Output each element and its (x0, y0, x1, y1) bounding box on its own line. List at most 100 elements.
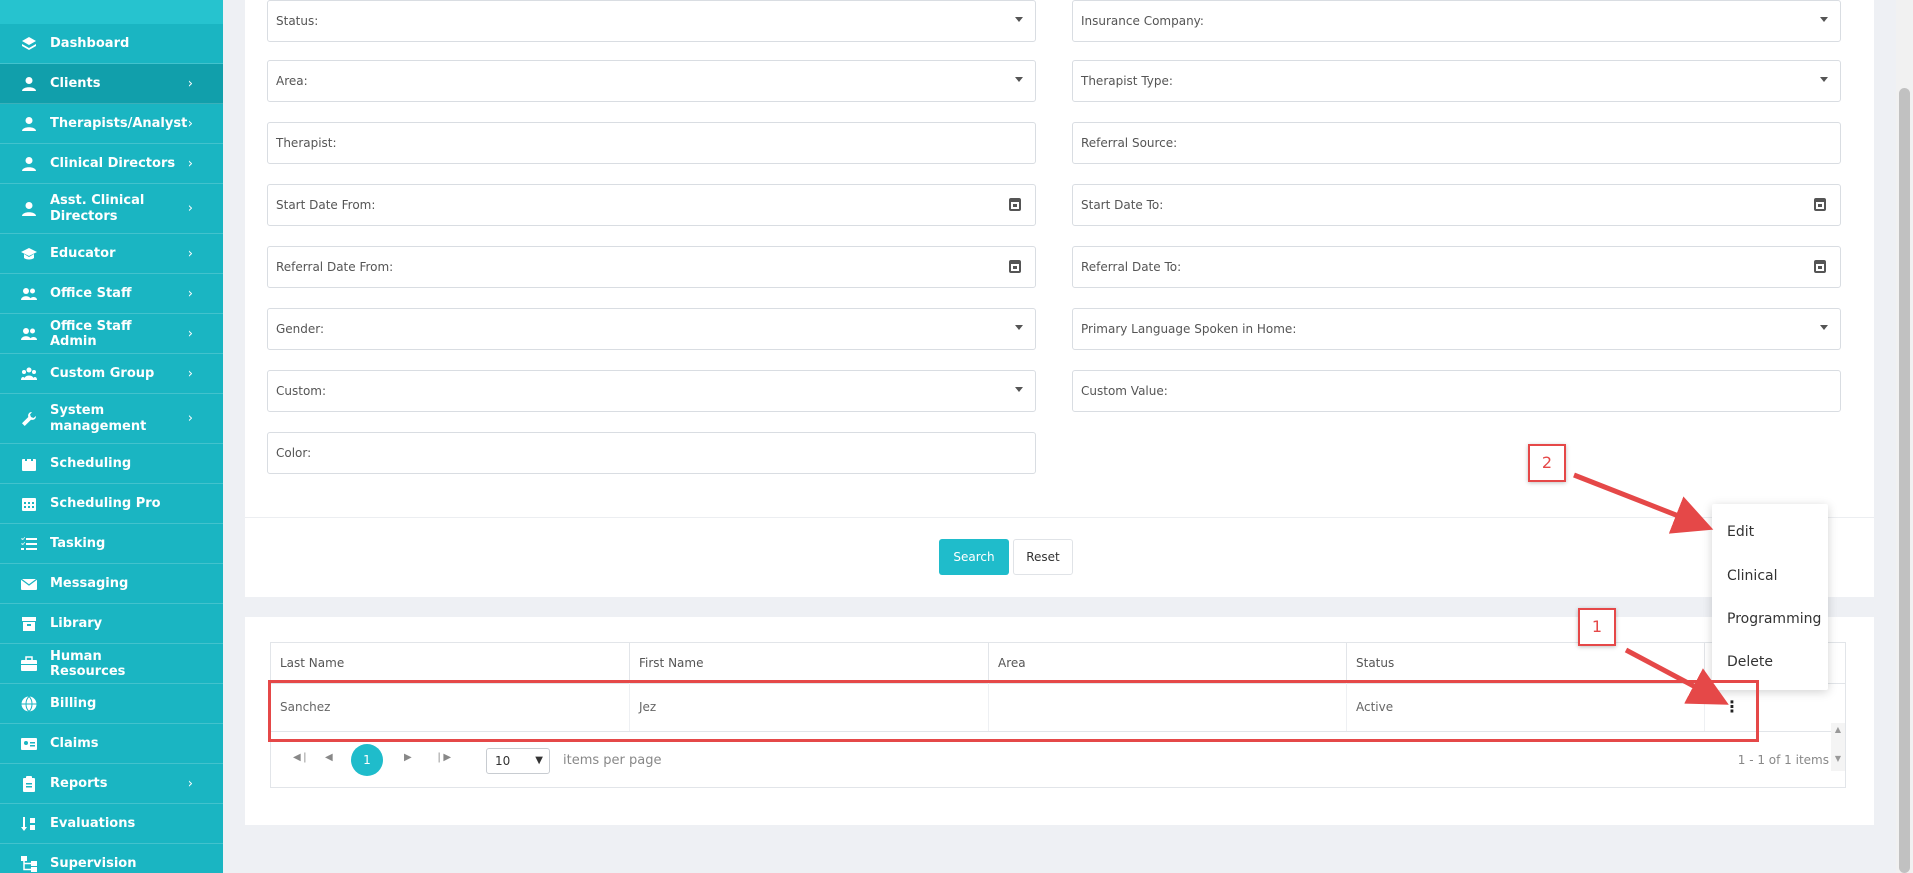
therapist-type-select[interactable]: Therapist Type: (1072, 60, 1841, 102)
scrollbar-thumb[interactable] (1899, 88, 1910, 873)
status-select[interactable]: Status: (267, 0, 1036, 42)
sidebar-item-human-resources[interactable]: Human Resources (0, 644, 223, 684)
items-per-page-label: items per page (563, 753, 662, 768)
menu-item-delete[interactable]: Delete (1712, 644, 1828, 680)
sidebar-item-supervision[interactable]: Supervision (0, 844, 223, 873)
sidebar-item-dashboard[interactable]: Dashboard (0, 24, 223, 64)
sidebar-item-scheduling-pro[interactable]: Scheduling Pro (0, 484, 223, 524)
page-number-current[interactable]: 1 (351, 744, 383, 776)
caret-down-icon (1820, 77, 1828, 82)
search-button[interactable]: Search (939, 539, 1009, 575)
sidebar-item-reports[interactable]: Reports › (0, 764, 223, 804)
sidebar-item-billing[interactable]: Billing (0, 684, 223, 724)
sidebar-item-scheduling[interactable]: Scheduling (0, 444, 223, 484)
next-page-icon[interactable]: ▶ (404, 752, 412, 763)
user-icon (20, 155, 38, 173)
chevron-right-icon: › (187, 76, 193, 91)
sidebar-item-label: Clinical Directors (50, 156, 176, 171)
sitemap-icon (20, 855, 38, 873)
insurance-company-label: Insurance Company: (1081, 14, 1204, 28)
therapist-label: Therapist: (276, 136, 337, 150)
referral-source-input[interactable]: Referral Source: (1072, 122, 1841, 164)
area-label: Area: (276, 74, 308, 88)
sidebar-item-messaging[interactable]: Messaging (0, 564, 223, 604)
calendar-icon[interactable] (1009, 198, 1021, 211)
sidebar-item-custom-group[interactable]: Custom Group › (0, 354, 223, 394)
filter-panel: Status: Insurance Company: Area: Therapi… (245, 0, 1874, 597)
area-select[interactable]: Area: (267, 60, 1036, 102)
therapist-input[interactable]: Therapist: (267, 122, 1036, 164)
sidebar-item-label: Messaging (50, 576, 129, 591)
gender-label: Gender: (276, 322, 325, 336)
chevron-right-icon: › (187, 200, 193, 216)
custom-select[interactable]: Custom: (267, 370, 1036, 412)
sidebar-item-therapists[interactable]: Therapists/Analyst › (0, 104, 223, 144)
chevron-right-icon: › (187, 326, 193, 341)
users-icon (20, 325, 38, 343)
calendar-icon[interactable] (1814, 198, 1826, 211)
color-label: Color: (276, 446, 312, 460)
sidebar-item-clients[interactable]: Clients › (0, 64, 223, 104)
task-list-icon (20, 535, 38, 553)
caret-down-icon (1820, 17, 1828, 22)
custom-label: Custom: (276, 384, 327, 398)
sidebar-item-label: Custom Group (50, 366, 155, 381)
gender-select[interactable]: Gender: (267, 308, 1036, 350)
color-input[interactable]: Color: (267, 432, 1036, 474)
menu-item-edit[interactable]: Edit (1712, 514, 1828, 550)
sidebar-item-label: Reports (50, 776, 108, 791)
start-date-from-picker[interactable]: Start Date From: (267, 184, 1036, 226)
sidebar-item-label: Clients (50, 76, 101, 91)
caret-down-icon: ▼ (535, 755, 543, 766)
globe-icon (20, 695, 38, 713)
prev-page-icon[interactable]: ◀ (325, 752, 333, 763)
referral-date-from-label: Referral Date From: (276, 260, 394, 274)
sidebar-item-system-management[interactable]: System management › (0, 394, 223, 444)
start-date-from-label: Start Date From: (276, 198, 376, 212)
menu-item-clinical[interactable]: Clinical (1712, 558, 1828, 594)
custom-value-input[interactable]: Custom Value: (1072, 370, 1841, 412)
sidebar-item-label: Scheduling (50, 456, 132, 471)
id-card-icon (20, 735, 38, 753)
column-header-last-name[interactable]: Last Name (271, 643, 630, 683)
last-page-icon[interactable]: ❘▶ (435, 752, 451, 763)
reset-button[interactable]: Reset (1013, 539, 1073, 575)
page-scrollbar[interactable] (1896, 0, 1913, 873)
sidebar-item-label: Therapists/Analyst (50, 116, 188, 131)
chevron-right-icon: › (187, 366, 193, 381)
insurance-company-select[interactable]: Insurance Company: (1072, 0, 1841, 42)
sidebar-item-office-staff[interactable]: Office Staff › (0, 274, 223, 314)
sidebar-item-clinical-directors[interactable]: Clinical Directors › (0, 144, 223, 184)
annotation-marker-1: 1 (1578, 608, 1616, 646)
sidebar-item-library[interactable]: Library (0, 604, 223, 644)
caret-down-icon (1015, 77, 1023, 82)
page-size-select[interactable]: 10 ▼ (486, 748, 550, 774)
caret-down-icon (1015, 17, 1023, 22)
primary-language-select[interactable]: Primary Language Spoken in Home: (1072, 308, 1841, 350)
sidebar-item-evaluations[interactable]: Evaluations (0, 804, 223, 844)
user-icon (20, 200, 38, 218)
column-header-status[interactable]: Status (1347, 643, 1705, 683)
sidebar-item-label: Human Resources (50, 648, 126, 679)
chevron-right-icon: › (187, 776, 193, 791)
calendar-icon[interactable] (1009, 260, 1021, 273)
sidebar-item-asst-clinical-directors[interactable]: Asst. Clinical Directors › (0, 184, 223, 234)
sidebar-item-educator[interactable]: Educator › (0, 234, 223, 274)
chevron-right-icon: › (187, 246, 193, 261)
column-header-area[interactable]: Area (989, 643, 1347, 683)
first-page-icon[interactable]: ◀❘ (293, 752, 309, 763)
sidebar-item-label: Tasking (50, 536, 106, 551)
sidebar-item-claims[interactable]: Claims (0, 724, 223, 764)
calendar-icon[interactable] (1814, 260, 1826, 273)
referral-date-from-picker[interactable]: Referral Date From: (267, 246, 1036, 288)
sidebar-item-tasking[interactable]: Tasking (0, 524, 223, 564)
sidebar-item-label: Office Staff (50, 286, 132, 301)
sidebar-top-band (0, 0, 223, 24)
caret-down-icon (1820, 325, 1828, 330)
menu-item-programming[interactable]: Programming (1712, 601, 1828, 637)
start-date-to-picker[interactable]: Start Date To: (1072, 184, 1841, 226)
column-header-first-name[interactable]: First Name (630, 643, 989, 683)
sidebar-item-office-staff-admin[interactable]: Office Staff Admin › (0, 314, 223, 354)
referral-date-to-picker[interactable]: Referral Date To: (1072, 246, 1841, 288)
chevron-right-icon: › (187, 116, 193, 131)
